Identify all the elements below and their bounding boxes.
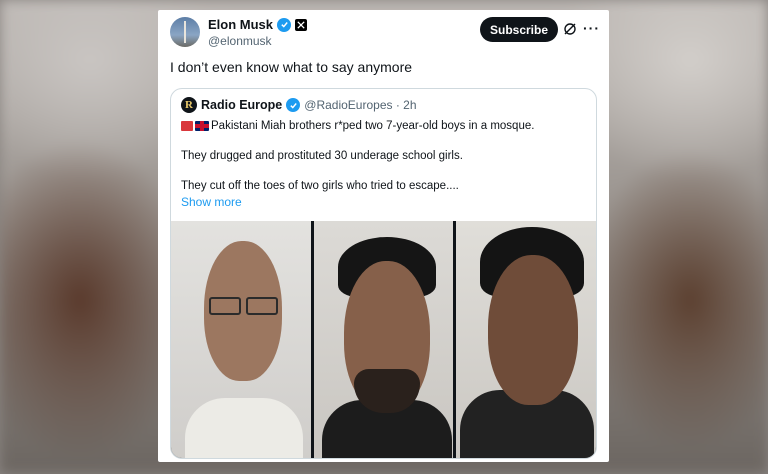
flag-icon: [181, 121, 193, 131]
mugshot-photo-3[interactable]: [456, 221, 596, 458]
quoted-handle-time[interactable]: @RadioEuropes · 2h: [304, 98, 416, 112]
photo-grid: [171, 221, 596, 458]
quoted-line-2: They drugged and prostituted 30 underage…: [181, 150, 463, 162]
glasses: [246, 297, 278, 315]
subscribe-button[interactable]: Subscribe: [480, 17, 558, 42]
tweet-header: Elon Musk @elonmusk Subscribe ···: [158, 10, 609, 60]
flags: [181, 121, 209, 131]
grok-icon[interactable]: [563, 22, 577, 36]
quoted-line-1-text: Pakistani Miah brothers r*ped two 7-year…: [211, 120, 535, 132]
face: [488, 255, 579, 405]
mugshot-photo-1[interactable]: [171, 221, 311, 458]
quoted-line-1: Pakistani Miah brothers r*ped two 7-year…: [181, 119, 591, 134]
quoted-tweet[interactable]: R Radio Europe @RadioEuropes · 2h Pakist…: [170, 88, 597, 459]
author-handle[interactable]: @elonmusk: [208, 34, 272, 48]
quoted-avatar[interactable]: R: [181, 97, 197, 113]
tweet-text: I don’t even know what to say anymore: [170, 59, 413, 75]
author-name-row: Elon Musk: [208, 17, 308, 32]
quoted-line-3: They cut off the toes of two girls who t…: [181, 180, 459, 192]
author-display-name[interactable]: Elon Musk: [208, 17, 273, 32]
verified-badge-icon: [277, 17, 292, 32]
more-options-icon[interactable]: ···: [583, 20, 600, 36]
glasses: [209, 297, 241, 315]
author-avatar[interactable]: [170, 17, 200, 47]
quoted-header: R Radio Europe @RadioEuropes · 2h: [181, 97, 417, 113]
uk-flag-icon: [195, 121, 209, 131]
quoted-display-name[interactable]: Radio Europe: [201, 98, 282, 112]
verified-badge-icon: [286, 98, 301, 112]
quoted-text: Pakistani Miah brothers r*ped two 7-year…: [181, 119, 591, 209]
shirt: [185, 398, 303, 458]
x-affiliate-icon: [295, 18, 308, 31]
show-more-link[interactable]: Show more: [181, 195, 242, 209]
tweet-card: Elon Musk @elonmusk Subscribe ··· I don’…: [158, 10, 609, 462]
mugshot-photo-2[interactable]: [313, 221, 454, 458]
